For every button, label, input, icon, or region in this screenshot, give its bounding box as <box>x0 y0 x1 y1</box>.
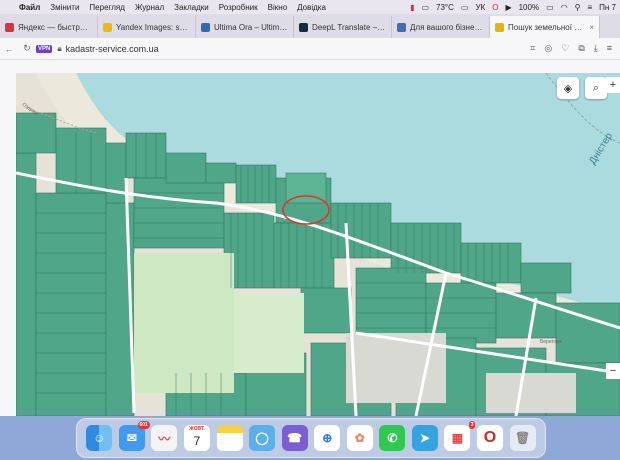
status-area: ▮ ▭ 73°C ▭ УК O ▶ 100% ▭ ◠ ⚲ ≡ Пн 7 <box>410 3 620 12</box>
dock: ☺ ✉ 601 〰 ЖОВТ. 7 ◯ ☎ ⊕ ✿ ✆ ➤ ▦ 3 O 🗑︎ <box>76 418 546 458</box>
calendar-month: ЖОВТ. <box>189 426 205 432</box>
zoom-in-button[interactable]: + <box>606 77 620 93</box>
tab-label: Пошук земельної діля... <box>508 22 586 32</box>
system-settings-icon[interactable]: ▦ 3 <box>444 421 476 451</box>
field-area-2 <box>234 293 304 373</box>
telegram-icon[interactable]: ➤ <box>411 425 438 451</box>
map-canvas[interactable]: Дністер Озерна Берегова <box>16 73 620 416</box>
map-search-button[interactable]: ⌕ <box>585 77 607 99</box>
cadastral-map[interactable]: Дністер Озерна Берегова ◈ ⌕ + − <box>16 73 620 416</box>
opera-icon[interactable]: O <box>492 3 498 12</box>
menu-view[interactable]: Перегляд <box>84 3 130 12</box>
yandex-images-favicon-icon <box>103 22 112 32</box>
camera-icon[interactable]: ◎ <box>544 43 552 54</box>
menu-file[interactable]: Файл <box>14 3 45 12</box>
menu-history[interactable]: Журнал <box>130 3 169 12</box>
menu-icon[interactable]: ≡ <box>607 43 612 54</box>
control-center-icon[interactable]: ≡ <box>587 3 592 12</box>
yandex-favicon-icon <box>5 22 14 32</box>
menu-developer[interactable]: Розробник <box>214 3 263 12</box>
clock[interactable]: Пн 7 <box>599 3 616 12</box>
vpn-badge[interactable]: VPN <box>36 44 53 53</box>
battery-icon[interactable]: ▭ <box>546 3 554 12</box>
bookmark-icon[interactable]: ♡ <box>561 43 569 54</box>
download-icon[interactable]: ⤓ <box>594 43 598 54</box>
zoom-control-lower: − <box>606 363 620 379</box>
video-icon[interactable]: ▭ <box>421 3 429 12</box>
whatsapp-icon[interactable]: ✆ <box>379 425 406 451</box>
photos-icon[interactable]: ✿ <box>346 425 373 451</box>
kadastr-favicon-icon <box>495 22 504 32</box>
tab-label: Ultima Ora – Ultime Noti... <box>214 22 288 32</box>
menu-window[interactable]: Вікно <box>263 3 292 12</box>
finder-icon[interactable]: ☺ <box>86 425 113 451</box>
tab-label: Yandex Images: search <box>116 22 190 32</box>
tab-deepl[interactable]: DeepL Translate – Само... <box>294 16 392 38</box>
layers-icon: ◈ <box>563 82 573 95</box>
calendar-icon[interactable]: ЖОВТ. 7 <box>183 425 210 451</box>
street-label: Берегова <box>540 339 562 345</box>
address-bar: ← ↻ VPN 🔒︎ kadastr-service.com.ua ⌗ ◎ ♡ … <box>0 38 620 60</box>
tab-bar: Яндекс — быстрый пои... Yandex Images: s… <box>0 14 620 38</box>
map-search-icon: ⌕ <box>592 81 600 94</box>
battery-text: 100% <box>518 2 540 12</box>
freeform-icon[interactable]: 〰 <box>151 425 178 451</box>
tab-ultima-ora[interactable]: Ultima Ora – Ultime Noti... <box>196 16 294 38</box>
ultima-ora-favicon-icon <box>201 22 210 32</box>
tab-label: Для вашого бізнесу – ... <box>410 22 484 32</box>
tab-label: DeepL Translate – Само... <box>312 22 386 32</box>
calendar-day: 7 <box>193 433 201 448</box>
safari-icon[interactable]: ⊕ <box>314 425 341 451</box>
search-icon[interactable]: ⚲ <box>575 3 581 12</box>
back-icon[interactable]: ← <box>0 44 18 54</box>
display-icon[interactable]: ▭ <box>461 3 469 12</box>
menu-help[interactable]: Довідка <box>292 3 331 12</box>
tab-label: Яндекс — быстрый пои... <box>18 22 92 32</box>
layers-button[interactable]: ◈ <box>557 77 579 99</box>
tab-yandex-images[interactable]: Yandex Images: search <box>98 16 196 38</box>
play-icon[interactable]: ▶ <box>505 3 511 12</box>
reload-icon[interactable]: ↻ <box>18 43 36 54</box>
mail-icon[interactable]: ✉ 601 <box>118 421 150 451</box>
opera-dock-icon[interactable]: O <box>477 425 504 451</box>
extensions-icon[interactable]: ⧉ <box>578 43 584 54</box>
tab-kadastr[interactable]: Пошук земельної діля...× <box>490 16 600 38</box>
tab-business[interactable]: Для вашого бізнесу – ... <box>392 16 490 38</box>
zoom-out-button[interactable]: − <box>606 363 620 379</box>
snap-icon[interactable]: ⌗ <box>530 43 535 54</box>
wifi-icon[interactable]: ◠ <box>561 3 568 12</box>
menu-edit[interactable]: Змінити <box>45 3 84 12</box>
tab-yandex[interactable]: Яндекс — быстрый пои... <box>0 16 98 38</box>
deepl-favicon-icon <box>299 22 308 32</box>
url-field[interactable]: kadastr-service.com.ua <box>66 44 159 54</box>
lock-icon: 🔒︎ <box>57 43 62 53</box>
chart-app-icon[interactable]: ▮ <box>410 3 414 12</box>
address-icons: ⌗ ◎ ♡ ⧉ ⤓ ≡ <box>530 43 620 54</box>
safari-tab-icon[interactable]: ◯ <box>249 425 276 451</box>
trash-icon[interactable]: 🗑︎ <box>509 425 536 451</box>
keyboard-layout[interactable]: УК <box>475 3 485 12</box>
notes-icon[interactable] <box>216 425 243 451</box>
menu-bar: Файл Змінити Перегляд Журнал Закладки Ро… <box>0 0 620 14</box>
temperature[interactable]: 73°C <box>436 3 454 12</box>
business-favicon-icon <box>397 22 406 32</box>
viber-icon[interactable]: ☎ <box>281 425 308 451</box>
residential-area-2 <box>486 373 576 413</box>
menu-bookmarks[interactable]: Закладки <box>169 3 214 12</box>
settings-badge: 3 <box>468 421 476 429</box>
field-area <box>134 253 234 393</box>
zoom-control: + <box>606 77 620 93</box>
close-tab-icon[interactable]: × <box>589 23 594 32</box>
mail-badge: 601 <box>137 421 150 429</box>
